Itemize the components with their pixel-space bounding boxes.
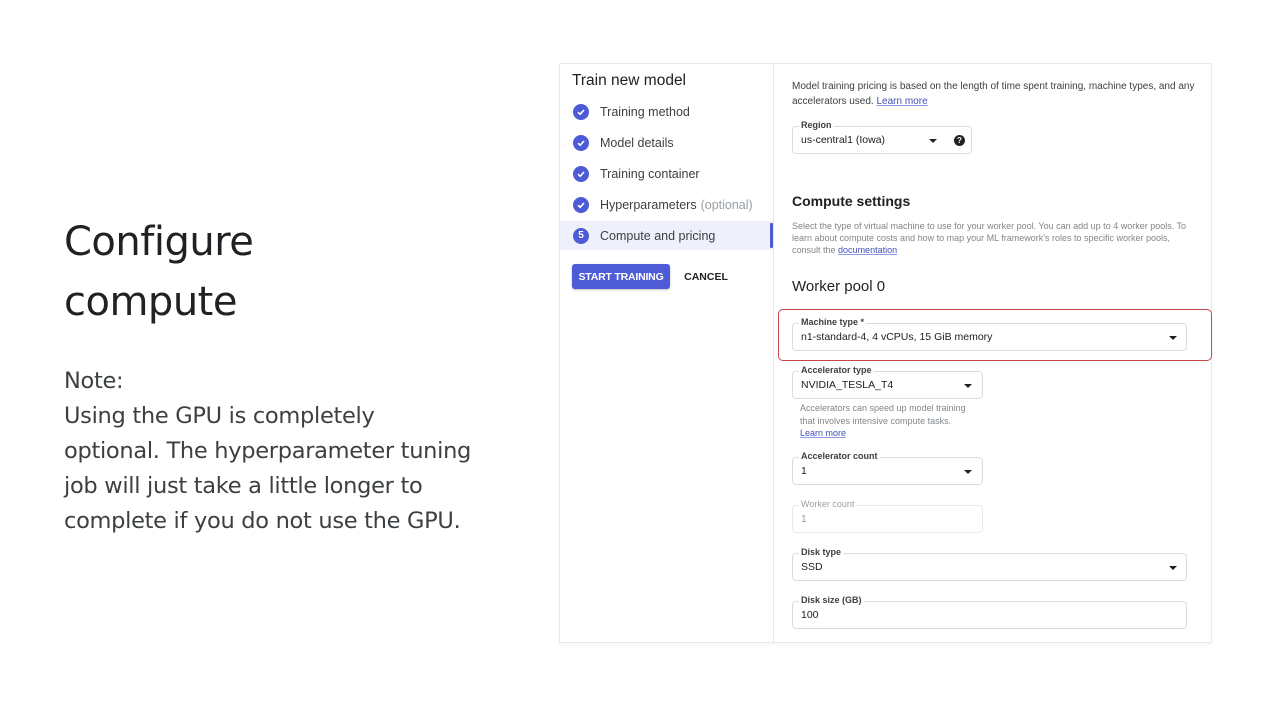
cancel-button[interactable]: CANCEL — [678, 264, 734, 289]
chevron-down-icon — [1169, 566, 1177, 570]
machine-type-label: Machine type * — [799, 317, 867, 327]
check-icon — [573, 103, 589, 120]
disk-type-select[interactable]: Disk type SSD — [792, 547, 1187, 581]
worker-count-value: 1 — [801, 513, 807, 525]
train-model-panel: Train new model Training method Model de… — [559, 63, 1212, 643]
step-optional-label: (optional) — [700, 197, 753, 212]
note-line: job will just take a little longer to — [64, 473, 423, 499]
stepper-title: Train new model — [572, 72, 687, 89]
slide-title: Configure compute — [64, 212, 484, 332]
pricing-intro: Model training pricing is based on the l… — [792, 79, 1202, 109]
chevron-down-icon — [964, 384, 972, 388]
slide-note: Note: Using the GPU is completely option… — [64, 364, 504, 539]
accelerator-count-value: 1 — [801, 465, 807, 477]
step-label: Compute and pricing — [600, 228, 716, 243]
region-value: us-central1 (Iowa) — [801, 134, 886, 146]
help-icon[interactable]: ? — [954, 135, 965, 146]
worker-count-input: Worker count 1 — [792, 499, 983, 533]
accelerator-learn-more-link[interactable]: Learn more — [800, 428, 846, 438]
step-training-method[interactable]: Training method — [560, 97, 773, 126]
step-label: Training method — [600, 104, 690, 119]
chevron-down-icon — [929, 139, 937, 143]
step-label: Hyperparameters — [600, 197, 697, 212]
step-label: Training container — [600, 166, 700, 181]
accelerator-helper-text: Accelerators can speed up model training… — [800, 402, 975, 440]
compute-content: Model training pricing is based on the l… — [774, 64, 1212, 642]
note-line: complete if you do not use the GPU. — [64, 508, 461, 534]
note-line: optional. The hyperparameter tuning — [64, 438, 472, 464]
compute-settings-description: Select the type of virtual machine to us… — [792, 220, 1192, 256]
disk-type-value: SSD — [801, 561, 823, 573]
check-icon — [573, 196, 589, 213]
check-icon — [573, 134, 589, 151]
region-select[interactable]: Region us-central1 (Iowa) ? — [792, 120, 972, 154]
disk-size-value: 100 — [801, 609, 819, 621]
machine-type-select[interactable]: Machine type * n1-standard-4, 4 vCPUs, 1… — [792, 317, 1187, 351]
disk-size-label: Disk size (GB) — [799, 595, 864, 605]
chevron-down-icon — [964, 470, 972, 474]
documentation-link[interactable]: documentation — [838, 245, 897, 255]
step-compute-and-pricing[interactable]: 5 Compute and pricing — [560, 221, 773, 250]
compute-settings-title: Compute settings — [792, 193, 911, 209]
start-training-button[interactable]: START TRAINING — [572, 264, 670, 289]
worker-count-label: Worker count — [799, 499, 857, 509]
slide-title-line: compute — [64, 279, 237, 325]
disk-size-input[interactable]: Disk size (GB) 100 — [792, 595, 1187, 629]
step-training-container[interactable]: Training container — [560, 159, 773, 188]
accelerator-type-label: Accelerator type — [799, 365, 874, 375]
note-heading: Note: — [64, 368, 124, 394]
accelerator-count-select[interactable]: Accelerator count 1 — [792, 451, 983, 485]
pricing-intro-text: Model training pricing is based on the l… — [792, 81, 1195, 107]
region-label: Region — [799, 120, 834, 130]
disk-type-label: Disk type — [799, 547, 844, 557]
accelerator-helper: Accelerators can speed up model training… — [800, 403, 966, 426]
check-icon — [573, 165, 589, 182]
machine-type-value: n1-standard-4, 4 vCPUs, 15 GiB memory — [801, 331, 993, 343]
step-hyperparameters[interactable]: Hyperparameters (optional) — [560, 190, 773, 219]
slide-title-line: Configure — [64, 219, 254, 265]
step-label: Model details — [600, 135, 674, 150]
learn-more-link[interactable]: Learn more — [877, 96, 928, 107]
accelerator-count-label: Accelerator count — [799, 451, 880, 461]
accelerator-type-select[interactable]: Accelerator type NVIDIA_TESLA_T4 — [792, 365, 983, 399]
stepper: Train new model Training method Model de… — [560, 64, 774, 642]
chevron-down-icon — [1169, 336, 1177, 340]
step-number-icon: 5 — [573, 227, 589, 244]
step-model-details[interactable]: Model details — [560, 128, 773, 157]
accelerator-type-value: NVIDIA_TESLA_T4 — [801, 379, 894, 391]
note-line: Using the GPU is completely — [64, 403, 375, 429]
worker-pool-title: Worker pool 0 — [792, 278, 886, 295]
